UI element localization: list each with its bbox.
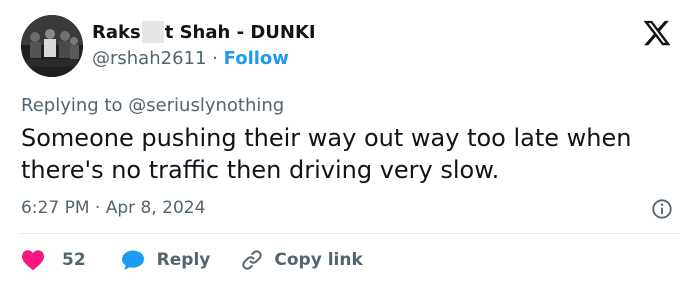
like-button[interactable]: 52 — [21, 249, 86, 271]
copy-link-label: Copy link — [274, 250, 363, 270]
divider — [21, 233, 679, 234]
replying-to-line: Replying to @seriuslynothing — [21, 95, 284, 116]
replied-handle[interactable]: @seriuslynothing — [128, 95, 284, 116]
author-name-end: t Shah - DUNKI — [164, 21, 316, 43]
avatar-photo — [21, 15, 83, 77]
author-name[interactable]: Raks t Shah - DUNKI — [92, 21, 316, 43]
reply-bubble-icon — [121, 250, 144, 270]
reply-label: Reply — [156, 250, 211, 270]
author-handle-row: @rshah2611 · Follow — [92, 48, 289, 69]
x-logo-icon[interactable] — [640, 18, 674, 48]
copy-link-button[interactable]: Copy link — [240, 248, 363, 272]
separator-dot: · — [212, 48, 218, 69]
tweet-timestamp[interactable]: 6:27 PM · Apr 8, 2024 — [21, 198, 205, 218]
author-handle[interactable]: @rshah2611 — [92, 48, 206, 69]
author-name-start: Raks — [92, 21, 141, 43]
link-icon — [242, 250, 263, 270]
follow-button[interactable]: Follow — [224, 48, 289, 69]
author-avatar[interactable] — [21, 15, 83, 77]
info-icon[interactable] — [651, 198, 673, 220]
like-count: 52 — [62, 250, 86, 270]
tweet-text-line: there's no traffic then driving very slo… — [21, 156, 500, 184]
reply-button[interactable]: Reply — [121, 249, 211, 271]
replying-to-label: Replying to — [21, 95, 129, 116]
redaction-block — [141, 21, 164, 43]
tweet-text-line: Someone pushing their way out way too la… — [21, 124, 632, 152]
action-bar: 52 Reply Copy link — [21, 246, 363, 274]
heart-icon — [22, 250, 44, 271]
tweet-text: Someone pushing their way out way too la… — [21, 122, 686, 186]
